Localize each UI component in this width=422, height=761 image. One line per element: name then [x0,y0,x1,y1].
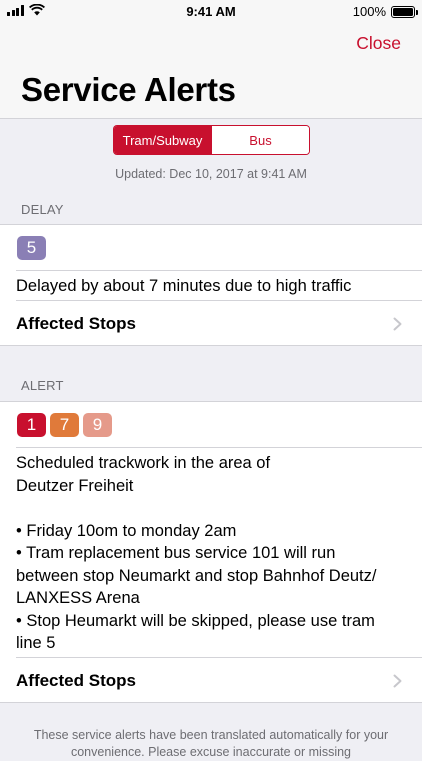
message-line: Delayed by about 7 minutes due to high t… [16,277,352,295]
message-line: line 5 [16,634,56,652]
line-badge-5: 5 [17,236,46,260]
message-line: • Friday 10om to monday 2am [16,521,237,540]
segment-bus[interactable]: Bus [211,126,309,154]
battery-icon [391,5,418,18]
affected-stops-label: Affected Stops [16,314,136,333]
affected-stops-label: Affected Stops [16,671,136,690]
message-line [16,497,412,520]
updated-timestamp: Updated: Dec 10, 2017 at 9:41 AM [115,167,307,181]
line-badges: 5 [17,236,46,260]
delay-message: Delayed by about 7 minutes due to high t… [16,275,412,298]
message-line: • Stop Heumarkt will be skipped, please … [16,611,375,630]
message-line: • Tram replacement bus service 101 will … [16,544,336,562]
line-badge-9: 9 [83,413,112,437]
delay-alert-card: 5 Delayed by about 7 minutes due to high… [0,224,422,346]
delay-affected-stops-row[interactable]: Affected Stops [0,301,422,347]
chevron-right-icon [393,674,402,688]
status-bar: 9:41 AM 100% [0,0,422,24]
chevron-right-icon [393,317,402,331]
page-title: Service Alerts [21,71,236,108]
line-badge-1: 1 [17,413,46,437]
message-line: LANXESS Arena [16,589,140,607]
section-header-delay: DELAY [21,202,64,217]
line-badges: 1 7 9 [17,413,112,437]
alert-affected-stops-row[interactable]: Affected Stops [0,658,422,704]
section-header-alert: ALERT [21,378,64,393]
line-badge-7: 7 [50,413,79,437]
alert-message: Scheduled trackwork in the area of Deutz… [16,452,412,655]
nav-header: 9:41 AM 100% Close Service Alerts [0,0,422,119]
close-button[interactable]: Close [356,33,401,54]
mode-segmented-control: Tram/Subway Bus [113,125,310,155]
translation-note: These service alerts have been translate… [33,728,389,759]
message-line: between stop Neumarkt and stop Bahnhof D… [16,566,377,585]
battery-percentage: 100% [352,4,386,19]
segment-tram-subway[interactable]: Tram/Subway [114,126,211,154]
trackwork-alert-card: 1 7 9 Scheduled trackwork in the area of… [0,401,422,703]
message-line: Deutzer Freiheit [16,476,134,495]
message-line: Scheduled trackwork in the area of [16,454,271,472]
